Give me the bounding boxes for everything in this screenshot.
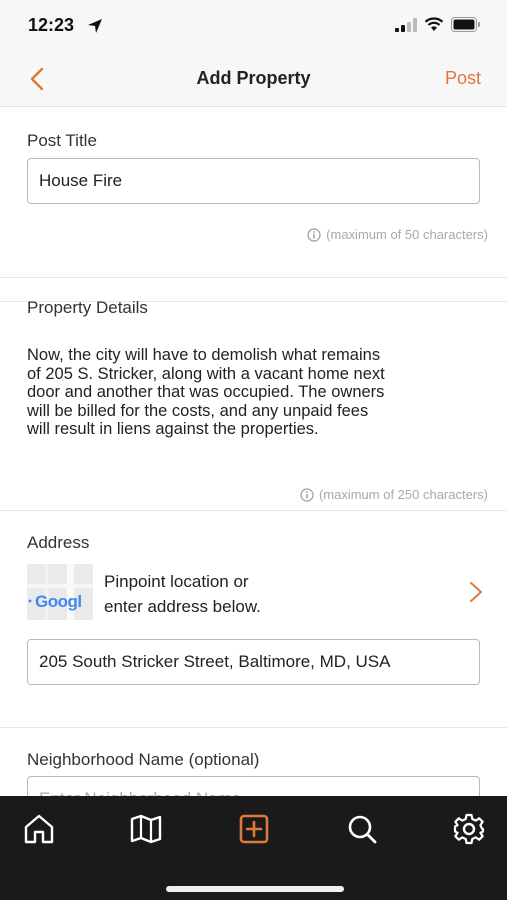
details-line: door and another that was occupied. The … (27, 383, 385, 401)
post-title-input[interactable]: House Fire (27, 158, 480, 204)
pinpoint-text: Pinpoint location or enter address below… (104, 569, 404, 619)
address-input[interactable]: 205 South Stricker Street, Baltimore, MD… (27, 639, 480, 685)
address-label: Address (27, 533, 90, 552)
pinpoint-line-1: Pinpoint location or (104, 572, 249, 591)
info-icon (300, 487, 314, 502)
add-square-icon[interactable] (237, 812, 271, 846)
property-details-label: Property Details (27, 298, 148, 317)
details-line: of 205 S. Stricker, along with a vacant … (27, 364, 385, 383)
status-bar: 12:23 (0, 0, 507, 52)
google-logo-text: Googl (35, 592, 82, 611)
neighborhood-label: Neighborhood Name (optional) (27, 750, 260, 769)
info-icon (307, 227, 321, 242)
details-line: Now, the city will have to demolish what… (27, 346, 381, 364)
gear-icon[interactable] (452, 812, 486, 846)
details-line: will be billed for the costs, and any un… (27, 401, 369, 420)
status-time: 12:23 (28, 15, 75, 35)
battery-icon (451, 17, 480, 32)
page-title: Add Property (196, 68, 311, 88)
navigation-bar: Add Property Post (0, 52, 507, 107)
pinpoint-line-2: enter address below. (104, 597, 261, 616)
google-logo: Googl (35, 592, 82, 612)
cellular-signal-icon (395, 17, 417, 32)
property-details-hint: (maximum of 250 characters) (300, 487, 488, 502)
tab-bar (0, 796, 507, 900)
property-details-hint-text: (maximum of 250 characters) (318, 487, 488, 502)
status-icons (395, 17, 481, 32)
location-arrow-icon (88, 19, 102, 33)
map-icon[interactable] (129, 812, 163, 846)
post-title-hint-text: (maximum of 50 characters) (326, 227, 488, 242)
post-title-label: Post Title (27, 131, 97, 150)
wifi-icon (424, 17, 444, 31)
property-details-textarea[interactable]: Now, the city will have to demolish what… (27, 346, 482, 439)
home-icon[interactable] (22, 812, 56, 846)
chevron-right-icon[interactable] (467, 580, 485, 604)
map-thumbnail: Googl (27, 564, 93, 620)
post-title-hint: (maximum of 50 characters) (307, 227, 488, 242)
details-line: will result in liens against the propert… (27, 420, 319, 438)
home-indicator (166, 886, 344, 892)
search-icon[interactable] (345, 812, 379, 846)
back-chevron-icon[interactable] (26, 66, 50, 92)
post-button[interactable]: Post (445, 68, 481, 89)
